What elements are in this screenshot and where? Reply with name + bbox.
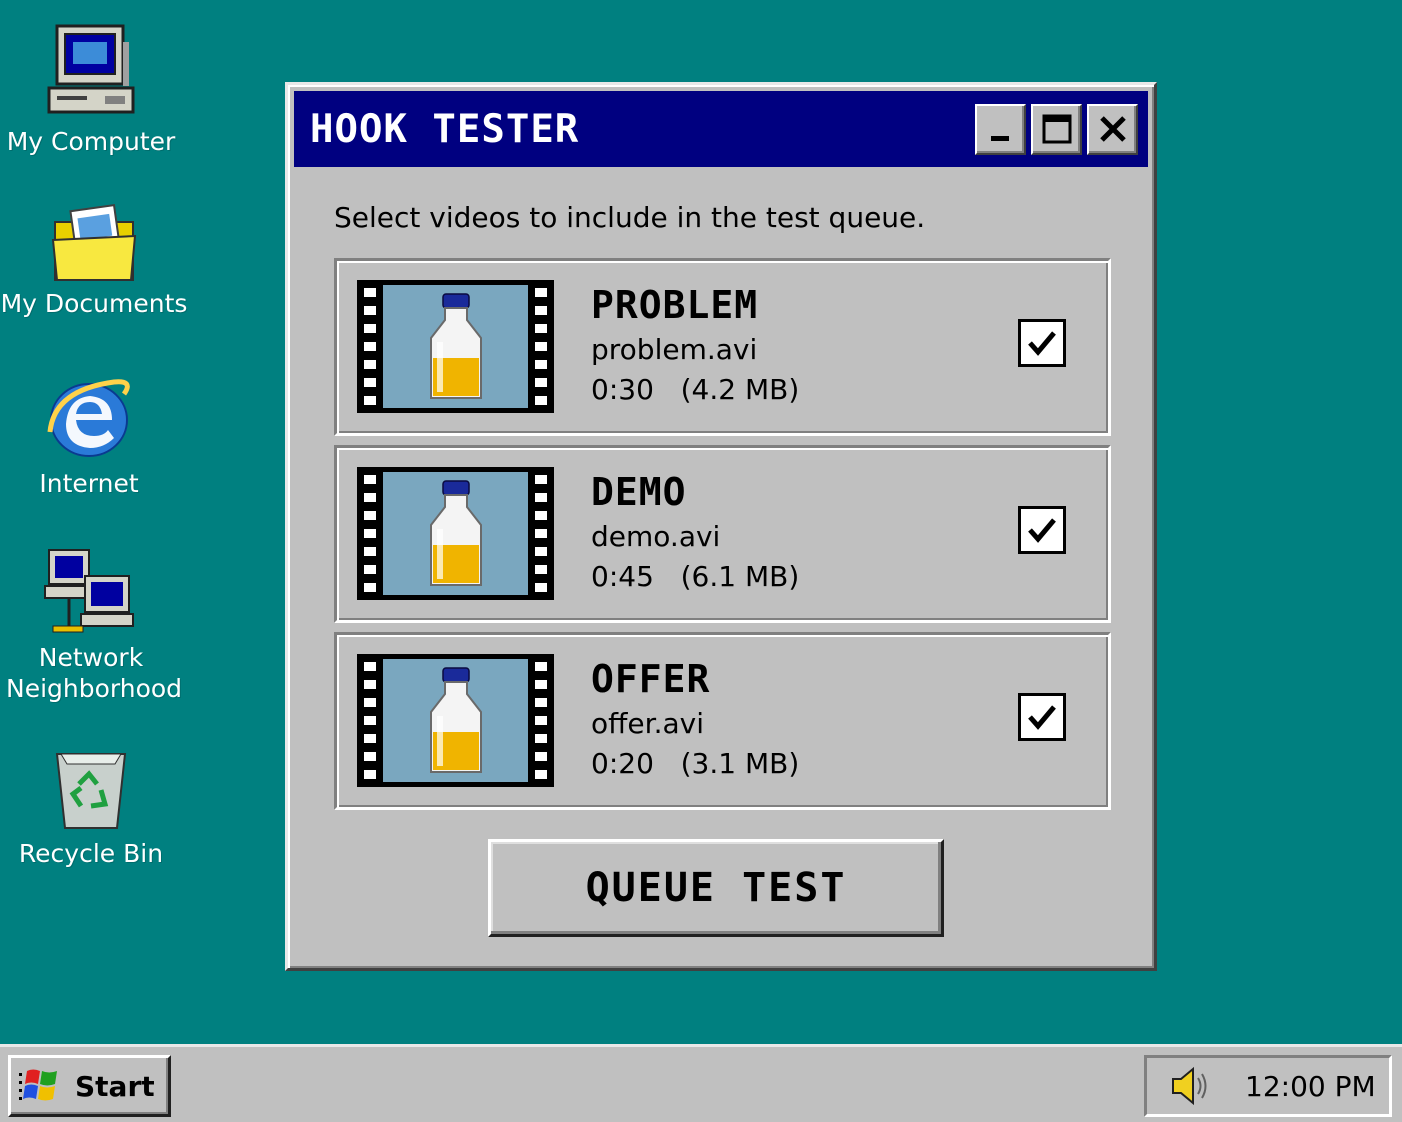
desktop-icon-internet[interactable]: Internet: [0, 372, 184, 499]
video-thumbnail-bottle-icon: [357, 654, 554, 787]
desktop-icon-recycle-bin[interactable]: Recycle Bin: [0, 744, 186, 869]
minimize-icon: [990, 136, 1009, 141]
video-filename: offer.avi: [591, 707, 704, 740]
video-duration: 0:45: [591, 560, 654, 593]
maximize-button[interactable]: [1031, 103, 1082, 155]
video-filename: problem.avi: [591, 333, 758, 366]
video-meta: 0:30 (4.2 MB): [591, 373, 799, 406]
queue-test-button[interactable]: QUEUE TEST: [488, 839, 944, 937]
start-button[interactable]: Start: [8, 1055, 171, 1117]
start-label: Start: [75, 1069, 155, 1103]
windows-logo-icon: [19, 1069, 57, 1101]
desktop-icon-label: Network Neighborhood: [6, 643, 183, 703]
hook-tester-window: HOOK TESTER Select videos to include in …: [285, 82, 1157, 971]
desktop-icon-my-computer[interactable]: My Computer: [0, 22, 186, 157]
video-duration: 0:20: [591, 747, 654, 780]
video-include-checkbox[interactable]: [1018, 319, 1066, 367]
desktop-icon-label: My Documents: [0, 289, 188, 318]
video-title: PROBLEM: [591, 283, 759, 327]
video-size: (4.2 MB): [680, 373, 800, 406]
window-titlebar[interactable]: HOOK TESTER: [294, 91, 1148, 167]
maximize-icon: [1042, 114, 1071, 144]
desktop-icon-label: Internet: [39, 469, 139, 498]
video-size: (6.1 MB): [680, 560, 800, 593]
video-filename: demo.avi: [591, 520, 721, 553]
instructions-text: Select videos to include in the test que…: [334, 201, 926, 234]
video-thumbnail-bottle-icon: [357, 467, 554, 600]
recycle-bin-icon: [55, 753, 127, 829]
checkmark-icon: [1028, 518, 1056, 543]
video-size: (3.1 MB): [680, 747, 800, 780]
video-meta: 0:45 (6.1 MB): [591, 560, 799, 593]
video-item-problem[interactable]: PROBLEM problem.avi 0:30 (4.2 MB): [334, 258, 1111, 436]
my-computer-icon: [47, 24, 135, 114]
taskbar: Start 12:00 PM: [0, 1044, 1402, 1122]
video-title: DEMO: [591, 470, 687, 514]
close-icon: [1099, 116, 1126, 142]
minimize-button[interactable]: [975, 103, 1026, 155]
desktop-icon-network-neighborhood[interactable]: Network Neighborhood: [0, 546, 186, 704]
network-icon: [44, 549, 134, 633]
folder-icon: [51, 204, 137, 281]
desktop-icon-label: Recycle Bin: [18, 839, 164, 868]
desktop-icon-label: My Computer: [6, 127, 176, 156]
desktop-icon-my-documents[interactable]: My Documents: [0, 202, 189, 319]
video-duration: 0:30: [591, 373, 654, 406]
checkmark-icon: [1028, 705, 1056, 730]
video-meta: 0:20 (3.1 MB): [591, 747, 799, 780]
video-item-offer[interactable]: OFFER offer.avi 0:20 (3.1 MB): [334, 632, 1111, 810]
video-list: PROBLEM problem.avi 0:30 (4.2 MB) DEMO d…: [334, 258, 1111, 819]
clock: 12:00 PM: [1245, 1069, 1376, 1103]
video-thumbnail-bottle-icon: [357, 280, 554, 413]
speaker-icon[interactable]: [1167, 1064, 1211, 1108]
window-title: HOOK TESTER: [310, 106, 580, 152]
internet-explorer-icon: [47, 379, 130, 457]
video-title: OFFER: [591, 657, 711, 701]
checkmark-icon: [1028, 331, 1056, 356]
video-item-demo[interactable]: DEMO demo.avi 0:45 (6.1 MB): [334, 445, 1111, 623]
system-tray: 12:00 PM: [1144, 1055, 1392, 1117]
video-include-checkbox[interactable]: [1018, 693, 1066, 741]
video-include-checkbox[interactable]: [1018, 506, 1066, 554]
close-button[interactable]: [1087, 103, 1138, 155]
